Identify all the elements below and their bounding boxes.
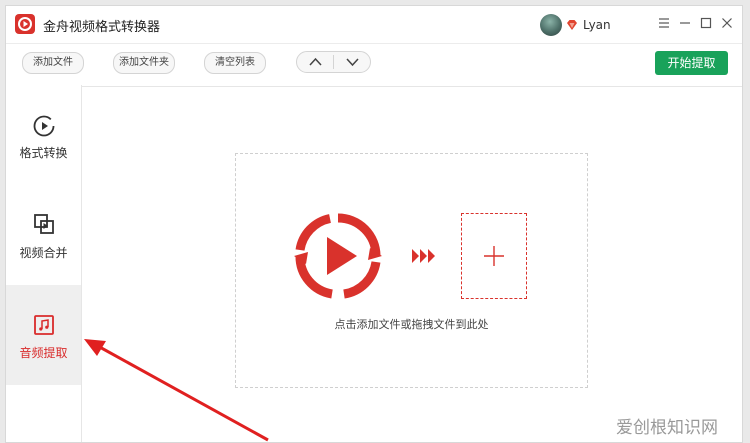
user-area[interactable]: Lyan — [540, 13, 611, 37]
move-up-icon[interactable] — [297, 52, 334, 72]
move-down-icon[interactable] — [334, 52, 371, 72]
music-note-icon — [34, 315, 54, 335]
title-bar: 金舟视频格式转换器 Lyan — [6, 6, 742, 44]
plus-icon — [484, 246, 504, 266]
minimize-icon[interactable] — [678, 16, 692, 30]
forward-arrows-icon — [412, 249, 435, 263]
app-title: 金舟视频格式转换器 — [43, 20, 161, 35]
merge-squares-icon — [34, 214, 54, 234]
vip-diamond-icon — [567, 20, 577, 30]
add-file-button[interactable]: 添加文件 — [22, 52, 84, 74]
drop-zone[interactable]: 点击添加文件或拖拽文件到此处 — [235, 153, 588, 388]
sidebar: 格式转换 视频合并 音频提取 — [6, 85, 82, 442]
sidebar-item-format-convert[interactable]: 格式转换 — [6, 85, 81, 185]
add-file-box[interactable] — [461, 213, 527, 299]
video-play-logo-icon — [294, 213, 382, 299]
user-name: Lyan — [583, 18, 611, 32]
avatar[interactable] — [540, 14, 562, 36]
annotation-arrow-icon — [84, 339, 269, 442]
start-extract-button[interactable]: 开始提取 — [655, 51, 728, 75]
maximize-icon[interactable] — [699, 16, 713, 30]
watermark: 爱创根知识网 — [616, 418, 718, 438]
sidebar-item-label: 视频合并 — [19, 246, 68, 260]
drop-hint-text: 点击添加文件或拖拽文件到此处 — [334, 318, 489, 331]
play-circle-icon — [33, 115, 55, 137]
app-logo-icon — [15, 14, 35, 34]
sidebar-item-audio-extract[interactable]: 音频提取 — [6, 285, 81, 385]
clear-list-button[interactable]: 清空列表 — [204, 52, 266, 74]
menu-icon[interactable] — [657, 16, 671, 30]
close-icon[interactable] — [720, 16, 734, 30]
move-buttons — [296, 51, 371, 73]
sidebar-item-label: 音频提取 — [19, 346, 68, 360]
sidebar-item-label: 格式转换 — [19, 146, 68, 160]
sidebar-item-video-merge[interactable]: 视频合并 — [6, 185, 81, 285]
add-folder-button[interactable]: 添加文件夹 — [113, 52, 175, 74]
